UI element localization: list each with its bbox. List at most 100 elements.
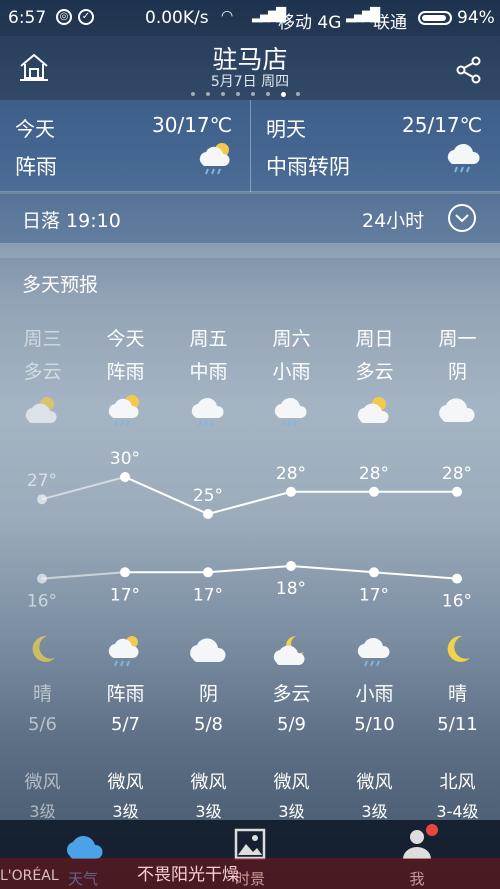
partly-sunny-icon — [25, 397, 57, 423]
today-condition: 阵雨 — [15, 155, 57, 179]
high-temp-label: 30° — [110, 449, 140, 469]
low-temp-label: 17° — [110, 585, 140, 605]
low-temp-label: 18° — [276, 579, 306, 599]
rain-cloud-icon — [447, 143, 480, 173]
partly-sunny-icon — [357, 397, 389, 423]
forecast-day[interactable]: 今天 阵雨 — [84, 324, 167, 384]
day-name: 周六 — [272, 328, 311, 350]
temp-line-segment — [41, 571, 126, 580]
night-condition: 晴 — [447, 683, 467, 705]
high-temp-point — [120, 472, 130, 482]
high-temp-point — [369, 486, 379, 497]
forecast-date: 5/8 — [194, 714, 223, 735]
chevron-down-icon — [455, 214, 469, 223]
current-date: 5月7日 周四 — [210, 74, 290, 90]
notification-icon: ◎ — [56, 9, 72, 25]
header: 驻马店 5月7日 周四 — [0, 36, 500, 100]
share-icon[interactable] — [456, 56, 482, 84]
high-temp-label: 27° — [27, 471, 57, 491]
hourly-label[interactable]: 24小时 — [362, 206, 424, 233]
cloud-rain-icon — [108, 636, 139, 667]
ad-banner[interactable]: L'ORÉAL 不畏阳光干燥 — [0, 858, 500, 889]
forecast-wind: 微风 3级 — [1, 768, 84, 822]
forecast-night: 多云 5/9 — [250, 679, 333, 735]
night-condition: 阵雨 — [106, 683, 145, 705]
rain-cloud-icon — [274, 397, 307, 427]
battery-percent: 94% — [457, 8, 495, 28]
status-time: 6:57 — [8, 8, 47, 28]
high-temp-label: 25° — [193, 486, 223, 506]
temp-line-segment — [290, 565, 375, 574]
rain-cloud-icon — [357, 637, 390, 667]
low-temp-point — [452, 573, 462, 584]
moon-icon — [447, 635, 470, 662]
day-condition: 阴 — [447, 361, 467, 383]
status-bar: 6:57 ◎ ✓ 0.00K/s ◠ ▂▄▆█ 移动 4G ▂▄▆█ 联通 94… — [0, 0, 500, 36]
night-condition: 多云 — [272, 683, 311, 705]
wind-level: 3级 — [361, 802, 388, 821]
wind-direction: 微风 — [107, 772, 144, 793]
high-temp-point — [452, 486, 462, 497]
tomorrow-temp: 25/17℃ — [402, 113, 483, 137]
app-notification-icon: ✓ — [78, 9, 94, 25]
forecast-date: 5/11 — [437, 714, 478, 735]
low-temp-point — [203, 567, 213, 578]
forecast-night: 晴 5/11 — [416, 679, 499, 735]
carrier-mobile: 移动 4G — [278, 13, 342, 33]
page-dot — [266, 92, 270, 96]
page-dot — [296, 92, 300, 96]
forecast-night: 阴 5/8 — [167, 679, 250, 735]
forecast-date: 5/10 — [354, 714, 395, 735]
day-name: 周三 — [23, 328, 62, 350]
carrier-unicom: 联通 — [373, 13, 407, 33]
forecast-day[interactable]: 周五 中雨 — [167, 324, 250, 384]
today-temp: 30/17℃ — [152, 113, 233, 137]
tomorrow-label: 明天 — [266, 117, 306, 141]
wind-level: 3级 — [112, 802, 139, 821]
ad-brand: L'ORÉAL — [0, 868, 59, 884]
night-condition: 小雨 — [355, 683, 394, 705]
wind-direction: 微风 — [24, 772, 61, 793]
moon-cloud-icon — [273, 636, 305, 665]
forecast-date: 5/9 — [277, 714, 306, 735]
high-temp-point — [203, 509, 213, 519]
wind-level: 3级 — [29, 802, 56, 821]
expand-button[interactable] — [448, 204, 476, 232]
wind-level: 3级 — [195, 802, 222, 821]
wind-direction: 微风 — [273, 772, 310, 793]
forecast-title: 多天预报 — [22, 274, 99, 296]
forecast-day[interactable]: 周日 多云 — [333, 324, 416, 384]
temperature-chart: 27° 30° 25° 28° 28° 28° 16° 17° 17° 18° 17° 16° — [27, 449, 472, 612]
temp-line-segment — [207, 565, 292, 574]
sunset-bar[interactable]: 日落 19:10 24小时 — [0, 194, 500, 243]
high-temp-label: 28° — [276, 464, 306, 484]
low-temp-point — [37, 573, 47, 584]
low-temp-point — [369, 567, 379, 578]
day-name: 周日 — [355, 328, 394, 350]
net-speed: 0.00K/s — [145, 8, 209, 28]
forecast-day[interactable]: 周三 多云 — [1, 324, 84, 384]
divider — [250, 100, 251, 192]
forecast-day[interactable]: 周六 小雨 — [250, 324, 333, 384]
low-temp-label: 17° — [359, 585, 389, 605]
day-condition: 多云 — [355, 361, 394, 383]
day-name: 今天 — [106, 328, 145, 350]
wind-direction: 微风 — [356, 772, 393, 793]
forecast-date: 5/7 — [111, 714, 140, 735]
wifi-icon: ◠ — [221, 8, 234, 24]
day-name: 周一 — [438, 328, 477, 350]
forecast-day[interactable]: 周一阴 — [416, 324, 499, 384]
wind-level: 3-4级 — [436, 802, 479, 821]
wind-level: 3级 — [278, 802, 305, 821]
ad-text: 不畏阳光干燥 — [137, 865, 239, 885]
sunset-time: 日落 19:10 — [22, 210, 121, 232]
night-condition: 阴 — [198, 683, 218, 705]
forecast-night: 晴 5/6 — [1, 679, 84, 735]
page-dot — [221, 92, 225, 96]
forecast-night: 小雨 5/10 — [333, 679, 416, 735]
low-temp-point — [286, 561, 296, 571]
forecast-date: 5/6 — [28, 714, 57, 735]
page-dot — [206, 92, 210, 96]
page-dot — [251, 92, 255, 96]
high-temp-point — [286, 486, 296, 497]
